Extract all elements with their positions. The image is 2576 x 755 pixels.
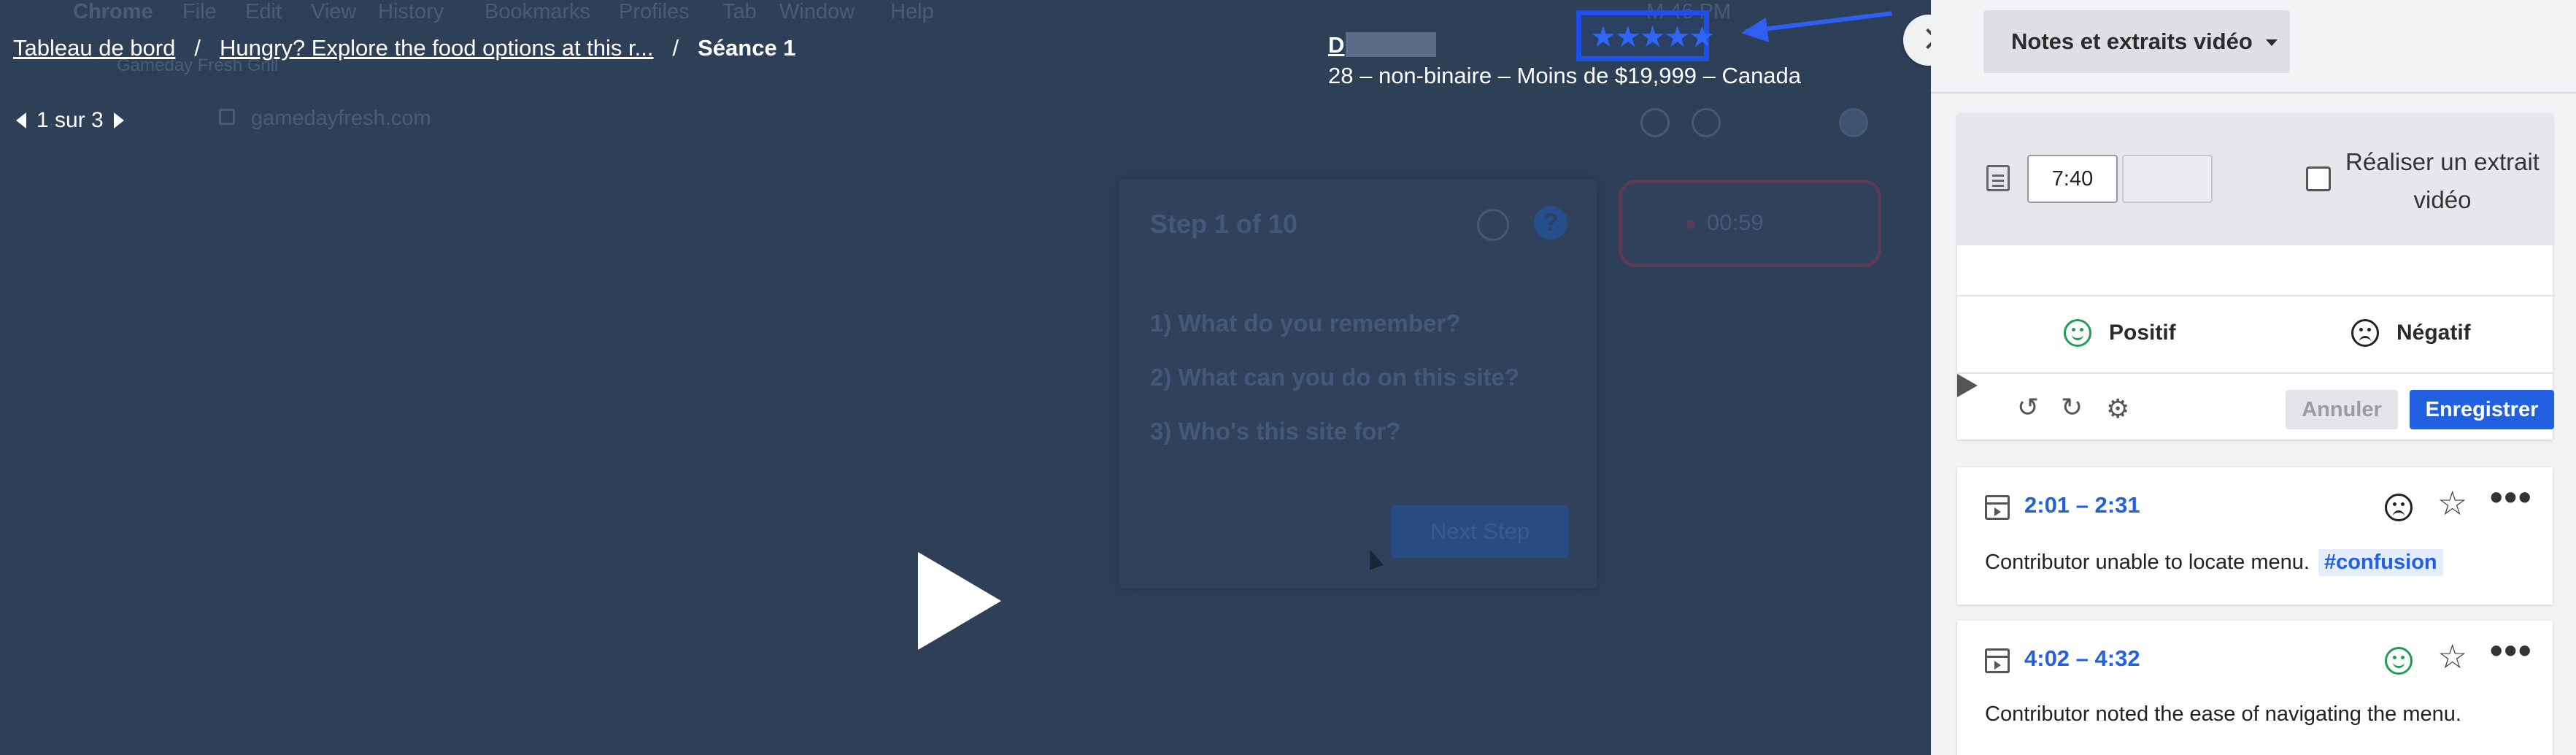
note-icon bbox=[1986, 165, 2010, 191]
recording-menu-item: Tab bbox=[722, 0, 757, 23]
negative-label: Négatif bbox=[2396, 321, 2471, 345]
video-clip-icon bbox=[1985, 495, 2010, 520]
note-text-area[interactable] bbox=[1957, 245, 2553, 296]
annotation-arrow-head bbox=[1740, 17, 1769, 46]
play-icon[interactable] bbox=[918, 552, 1001, 650]
recording-menu-item: Edit bbox=[245, 0, 282, 23]
gear-icon[interactable]: ⚙ bbox=[2106, 394, 2129, 424]
notes-view-dropdown[interactable]: Notes et extraits vidéo bbox=[1983, 10, 2290, 73]
star-icon[interactable]: ☆ bbox=[2437, 638, 2467, 675]
cancel-button[interactable]: Annuler bbox=[2286, 390, 2398, 429]
video-clip-icon bbox=[1985, 648, 2010, 673]
notes-panel: Notes et extraits vidéo Réaliser un extr… bbox=[1931, 0, 2576, 755]
recording-url: gamedayfresh.com bbox=[251, 107, 431, 130]
note-editor-header: Réaliser un extrait vidéo bbox=[1957, 114, 2553, 245]
redacted-name bbox=[1346, 32, 1437, 57]
pager-label: 1 sur 3 bbox=[36, 108, 104, 132]
sentiment-selector: Positif Négatif bbox=[1957, 296, 2553, 372]
breadcrumb-dashboard-link[interactable]: Tableau de bord bbox=[13, 35, 175, 61]
positive-label: Positif bbox=[2109, 321, 2176, 345]
previous-icon[interactable] bbox=[16, 112, 26, 129]
recording-url-bar: gamedayfresh.com bbox=[219, 107, 431, 131]
video-player[interactable]: Chrome File Edit View History Bookmarks … bbox=[0, 0, 1931, 755]
more-icon[interactable]: ••• bbox=[2490, 476, 2533, 518]
note-editor: Réaliser un extrait vidéo Positif Négati… bbox=[1957, 114, 2554, 441]
save-button[interactable]: Enregistrer bbox=[2410, 390, 2554, 429]
note-item[interactable]: 2:01 – 2:31 ☆ ••• Contributor unable to … bbox=[1957, 467, 2553, 605]
extension-icon bbox=[1640, 108, 1670, 137]
extension-icon bbox=[1692, 108, 1721, 137]
star-rating[interactable]: ★★★★★ bbox=[1590, 23, 1715, 52]
recording-menu-item: Window bbox=[779, 0, 855, 23]
note-text: Contributor noted the ease of navigating… bbox=[1985, 702, 2461, 727]
participant-demographics: 28 – non-binaire – Moins de $19,999 – Ca… bbox=[1328, 63, 1802, 88]
breadcrumb-test-link[interactable]: Hungry? Explore the food options at this… bbox=[220, 35, 654, 61]
panel-divider bbox=[1931, 92, 2576, 93]
rating-highlight: ★★★★★ bbox=[1576, 10, 1715, 61]
start-time-input[interactable] bbox=[2027, 155, 2118, 203]
step-question: 2) What can you do on this site? bbox=[1150, 364, 1520, 391]
help-icon: ? bbox=[1534, 206, 1567, 239]
note-time-range[interactable]: 4:02 – 4:32 bbox=[2024, 645, 2140, 672]
next-icon[interactable] bbox=[113, 112, 124, 129]
frown-icon bbox=[2351, 319, 2379, 347]
notes-view-label: Notes et extraits vidéo bbox=[2011, 28, 2253, 54]
smile-icon bbox=[2064, 319, 2091, 347]
rewind-icon[interactable]: ↺ bbox=[2017, 393, 2039, 422]
recording-step-card: Step 1 of 10 ? 1) What do you remember? … bbox=[1119, 180, 1597, 589]
recording-menu-item: History bbox=[378, 0, 444, 23]
forward-icon[interactable]: ↻ bbox=[2061, 393, 2083, 422]
create-clip-checkbox[interactable] bbox=[2306, 166, 2331, 191]
recording-menu-item: File bbox=[182, 0, 217, 23]
participant-name[interactable]: D bbox=[1328, 32, 1801, 58]
note-time-range[interactable]: 2:01 – 2:31 bbox=[2024, 492, 2140, 518]
star-icon[interactable]: ☆ bbox=[2437, 485, 2467, 521]
record-dot-icon bbox=[1686, 220, 1695, 229]
next-step-button: Next Step bbox=[1391, 505, 1569, 558]
recording-timer-value: 00:59 bbox=[1707, 210, 1764, 235]
breadcrumb-separator: / bbox=[672, 35, 679, 61]
recording-menu-item: Help bbox=[890, 0, 934, 23]
step-question: 1) What do you remember? bbox=[1150, 310, 1461, 337]
recording-menu-item: Chrome bbox=[73, 0, 153, 23]
note-text: Contributor unable to locate menu. #confu… bbox=[1985, 549, 2443, 576]
step-title: Step 1 of 10 bbox=[1150, 209, 1298, 239]
caret-down-icon bbox=[2265, 39, 2278, 46]
smile-icon bbox=[2385, 647, 2413, 675]
lock-icon bbox=[219, 109, 235, 125]
negative-button[interactable]: Négatif bbox=[2351, 315, 2471, 350]
breadcrumb: Tableau de bord / Hungry? Explore the food… bbox=[13, 35, 796, 61]
note-item[interactable]: 4:02 – 4:32 ☆ ••• Contributor noted the … bbox=[1957, 621, 2553, 755]
session-pager: 1 sur 3 bbox=[16, 108, 124, 133]
recording-menu-item: View bbox=[311, 0, 357, 23]
play-icon[interactable] bbox=[1957, 374, 1978, 397]
note-body: Contributor noted the ease of navigating… bbox=[1985, 702, 2461, 726]
pause-icon bbox=[1477, 209, 1509, 241]
participant-name-initial: D bbox=[1328, 32, 1345, 58]
recording-menu-item: Profiles bbox=[619, 0, 690, 23]
profile-icon bbox=[1839, 108, 1868, 137]
create-clip-label: Réaliser un extrait vidéo bbox=[2345, 148, 2540, 213]
note-editor-toolbar: ↺ ↻ ⚙ Annuler Enregistrer bbox=[1957, 372, 2554, 441]
recording-menu-item: Bookmarks bbox=[485, 0, 591, 23]
breadcrumb-current: Séance 1 bbox=[698, 35, 796, 61]
note-body: Contributor unable to locate menu. bbox=[1985, 551, 2310, 574]
participant-info: D 28 – non-binaire – Moins de $19,999 – … bbox=[1328, 32, 1801, 89]
breadcrumb-separator: / bbox=[194, 35, 201, 61]
frown-icon bbox=[2385, 494, 2413, 521]
step-question: 3) Who's this site for? bbox=[1150, 418, 1401, 445]
positive-button[interactable]: Positif bbox=[2064, 315, 2176, 350]
recording-timer: 00:59 bbox=[1619, 180, 1881, 267]
more-icon[interactable]: ••• bbox=[2490, 629, 2533, 672]
note-tag[interactable]: #confusion bbox=[2318, 549, 2443, 576]
end-time-input[interactable] bbox=[2122, 155, 2213, 203]
